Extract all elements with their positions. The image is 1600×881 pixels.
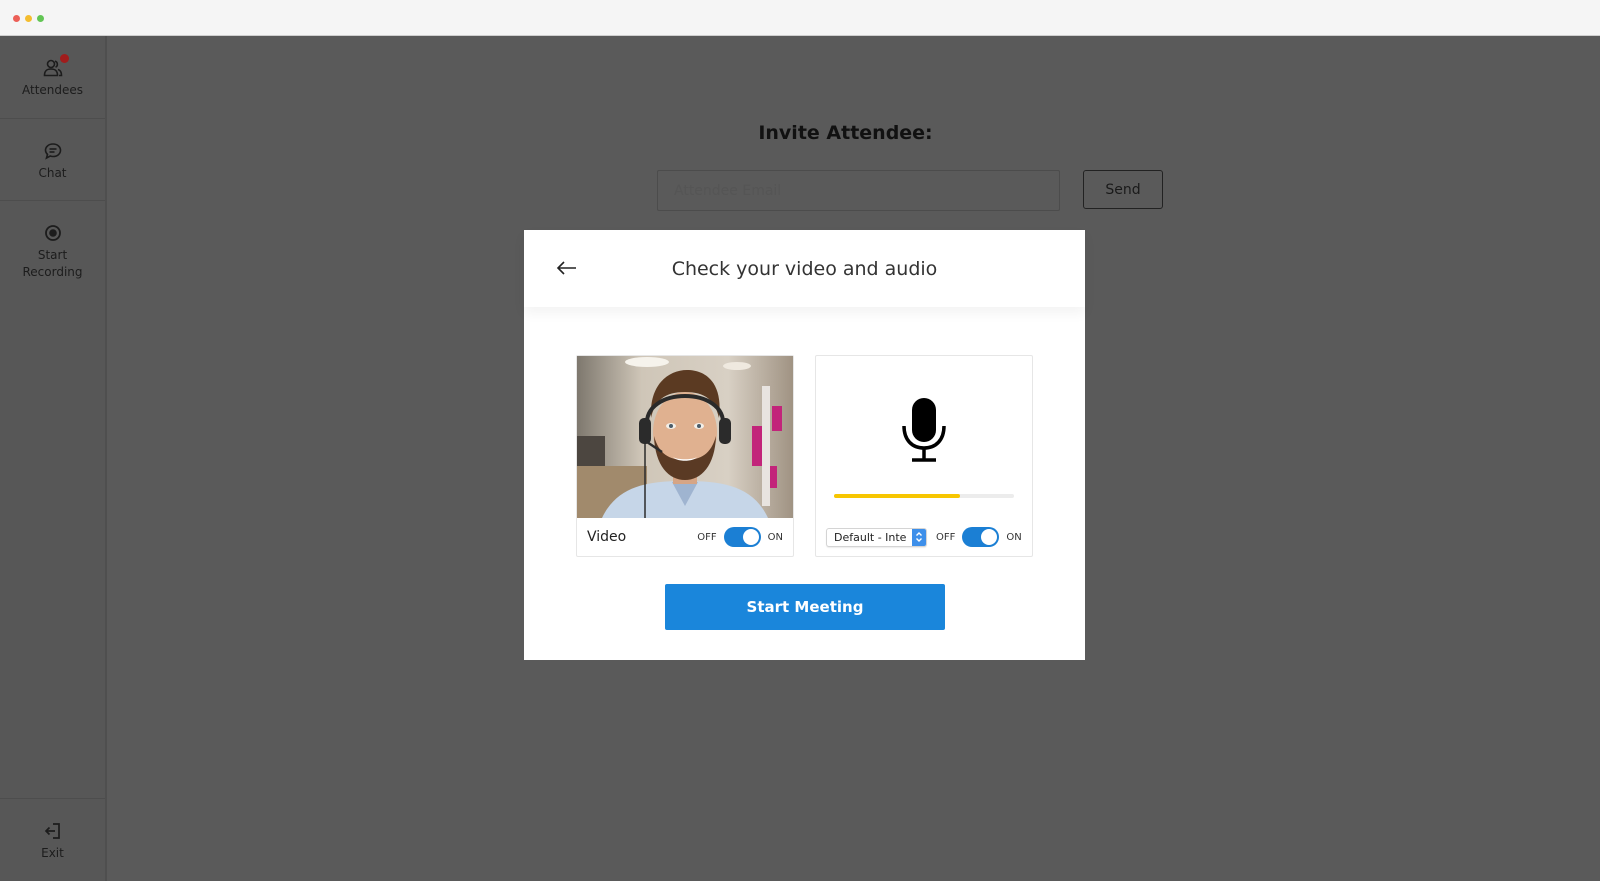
sidebar: Attendees Chat Start Recording Exit — [0, 36, 107, 881]
av-check-modal: Check your video and audio Video OFF ON … — [524, 230, 1085, 660]
modal-title: Check your video and audio — [524, 258, 1085, 280]
modal-header: Check your video and audio — [524, 230, 1085, 307]
toggle-knob — [742, 529, 759, 545]
invite-title-text: Invite Attendee: — [758, 122, 933, 144]
invite-title: Invite Attendee: — [107, 122, 1600, 144]
sidebar-item-chat[interactable]: Chat — [0, 141, 105, 182]
video-toggle-on-label: ON — [767, 531, 783, 543]
audio-toggle-off-label: OFF — [936, 531, 956, 543]
sidebar-item-label: Start Recording — [22, 247, 82, 281]
audio-level-meter — [834, 494, 1014, 498]
audio-toggle-on-label: ON — [1006, 531, 1022, 543]
modal-title-text: Check your video and audio — [671, 258, 938, 280]
maximize-window-button[interactable] — [37, 15, 44, 22]
chat-bubble-icon — [43, 141, 63, 161]
record-icon — [43, 223, 63, 243]
start-meeting-button[interactable]: Start Meeting — [665, 584, 945, 630]
toggle-knob — [981, 529, 998, 545]
audio-device-value: Default - Inte — [834, 530, 907, 544]
camera-feed-image — [577, 356, 793, 518]
attendee-email-input[interactable] — [657, 170, 1060, 211]
sidebar-divider — [0, 118, 105, 119]
video-card: Video OFF ON — [576, 355, 794, 557]
sidebar-item-attendees[interactable]: Attendees — [0, 54, 105, 99]
sidebar-item-label: Chat — [38, 166, 67, 180]
label-line-1: Start — [37, 248, 68, 262]
audio-card: Default - Inte OFF ON — [815, 355, 1033, 557]
audio-level-fill — [834, 494, 960, 498]
window-titlebar — [0, 0, 1600, 36]
sidebar-item-label: Exit — [41, 846, 64, 860]
sidebar-item-label: Attendees — [21, 83, 84, 97]
microphone-icon — [902, 398, 946, 462]
close-window-button[interactable] — [13, 15, 20, 22]
audio-controls: Default - Inte OFF ON — [816, 518, 1032, 556]
select-arrows-icon — [912, 528, 926, 546]
label-line-2: Recording — [22, 265, 83, 279]
notification-badge — [59, 54, 69, 63]
video-label: Video — [587, 529, 627, 545]
sidebar-item-exit[interactable]: Exit — [0, 821, 105, 862]
exit-icon — [43, 821, 63, 841]
sidebar-divider — [0, 798, 105, 799]
sidebar-item-start-recording[interactable]: Start Recording — [0, 223, 105, 281]
minimize-window-button[interactable] — [25, 15, 32, 22]
video-toggle[interactable] — [723, 527, 761, 547]
video-toggle-off-label: OFF — [697, 531, 717, 543]
users-icon — [43, 54, 69, 78]
video-controls: Video OFF ON — [577, 518, 793, 556]
sidebar-divider — [0, 200, 105, 201]
audio-toggle[interactable] — [962, 527, 1000, 547]
audio-device-select[interactable]: Default - Inte — [826, 527, 927, 547]
video-preview — [577, 356, 793, 518]
send-invite-button[interactable]: Send — [1083, 170, 1163, 209]
